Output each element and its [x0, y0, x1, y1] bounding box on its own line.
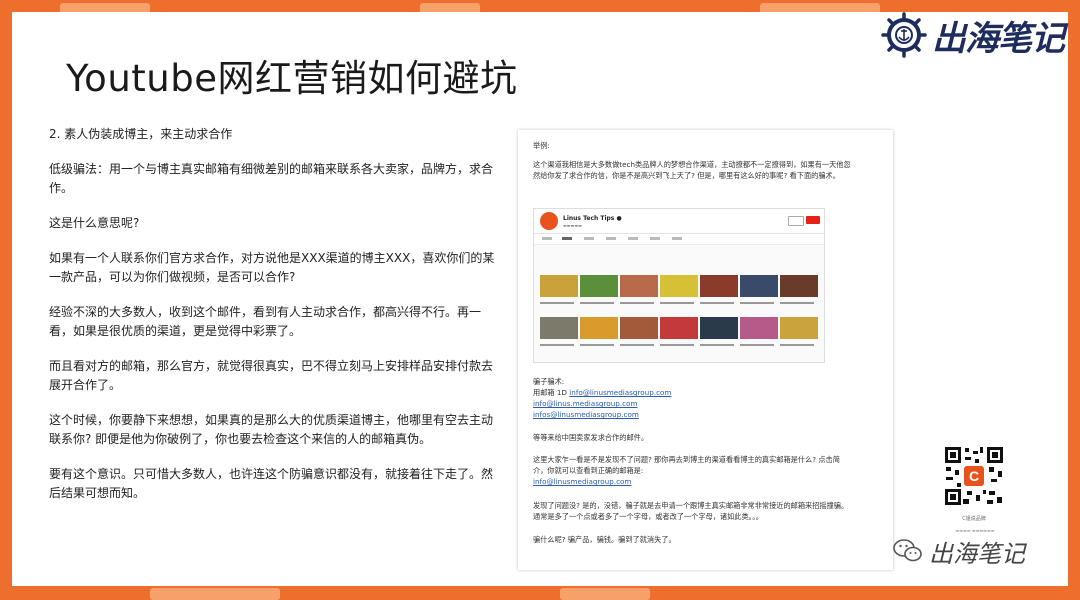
- question-text: 这里大家乍一看是不是发现不了问题? 那你再去到博主的渠道看看博主的真实邮箱是什么…: [533, 455, 840, 475]
- brand-name: 出海笔记: [932, 18, 1065, 59]
- video-thumbnail: [780, 317, 818, 339]
- channel-subscriber-line: ▬▬▬▬▬: [563, 223, 582, 228]
- channel-logo-icon: [540, 212, 558, 230]
- ship-wheel-anchor-icon: [881, 12, 927, 58]
- fake-email-line: info@linus.mediasgroup.com: [533, 398, 853, 409]
- youtube-channel-screenshot: Linus Tech Tips ● ▬▬▬▬▬: [533, 208, 825, 363]
- fake-email-link[interactable]: info@linusmediasgroup.com: [569, 388, 671, 397]
- qr-code-icon: C: [943, 445, 1005, 507]
- video-thumbnail: [580, 275, 618, 297]
- video-thumbnail: [700, 317, 738, 339]
- frame-bottom: [0, 586, 1080, 600]
- example-label: 举例:: [533, 141, 550, 150]
- paragraph: 经验不深的大多数人，收到这个邮件，看到有人主动求合作，都高兴得不行。再一看，如果…: [49, 305, 482, 338]
- video-thumbnail: [620, 275, 658, 297]
- channel-header: Linus Tech Tips ● ▬▬▬▬▬: [534, 209, 824, 234]
- paragraph: 这个时候，你要静下来想想，如果真的是那么大的优质渠道博主，他哪里有空去主动联系你…: [49, 413, 494, 446]
- page-title: Youtube网红营销如何避坑: [66, 57, 518, 100]
- video-thumbnail: [740, 275, 778, 297]
- channel-tabs: [534, 234, 824, 245]
- qr-subtext: ▬▬▬▬ ▬▬▬▬▬▬: [955, 528, 995, 533]
- paragraph: 这是什么意思呢?: [49, 216, 140, 230]
- fake-email-line: infos@linusmediasgroup.com: [533, 409, 853, 420]
- fake-email-link[interactable]: info@linus.mediasgroup.com: [533, 399, 637, 408]
- paragraph: 2. 素人伪装成博主，来主动求合作: [49, 127, 233, 141]
- email-prefix: 用邮箱 1D: [533, 388, 567, 397]
- video-thumbnail: [700, 275, 738, 297]
- example-intro: 这个渠道我相信是大多数做tech类品牌人的梦想合作渠道，主动撩都不一定撩得到，如…: [533, 160, 851, 180]
- video-thumbnail: [660, 275, 698, 297]
- conclusion-text: 骗什么呢? 骗产品，骗钱。骗到了就消失了。: [533, 535, 676, 544]
- video-thumbnail: [580, 317, 618, 339]
- brand-logo-top: 出海笔记: [880, 10, 1065, 60]
- svg-text:C: C: [969, 468, 979, 484]
- subscribe-button: [806, 216, 820, 224]
- channel-name: Linus Tech Tips ●: [563, 215, 622, 222]
- scam-email-line: 用邮箱 1D info@linusmediasgroup.com: [533, 387, 853, 398]
- wechat-watermark: 出海笔记: [893, 535, 1025, 568]
- example-panel: 举例: 这个渠道我相信是大多数做tech类品牌人的梦想合作渠道，主动撩都不一定撩…: [518, 130, 893, 570]
- video-thumbnail: [780, 275, 818, 297]
- found-text: 发现了问题没? 是的，没错，骗子就是去申请一个跟博主真实邮箱非常非常接近的邮箱来…: [533, 501, 849, 521]
- video-thumbnail: [740, 317, 778, 339]
- paragraph: 而且看对方的邮箱，那么官方，就觉得很真实，巴不得立刻马上安排样品安排付款去展开合…: [49, 359, 494, 392]
- join-button: [788, 216, 804, 226]
- video-thumbnail: [540, 317, 578, 339]
- correct-email-link[interactable]: info@linusmediagroup.com: [533, 477, 631, 486]
- video-thumbnail: [540, 275, 578, 297]
- video-thumbnail: [660, 317, 698, 339]
- scam-label: 骗子骗术:: [533, 377, 565, 386]
- video-thumbnail: [620, 317, 658, 339]
- wechat-icon: [893, 539, 922, 562]
- article-left-column: 2. 素人伪装成博主，来主动求合作 低级骗法：用一个与博主真实邮箱有细微差别的邮…: [49, 125, 499, 519]
- fake-email-link[interactable]: infos@linusmediasgroup.com: [533, 410, 639, 419]
- video-thumbnail-grid: [534, 245, 824, 362]
- wait-text: 等等来给中国卖家发求合作的邮件。: [533, 433, 649, 442]
- paragraph: 如果有一个人联系你们官方求合作，对方说他是XXX渠道的博主XXX，喜欢你们的某一…: [49, 251, 495, 284]
- watermark-brand-name: 出海笔记: [929, 539, 1025, 568]
- paragraph: 低级骗法：用一个与博主真实邮箱有细微差别的邮箱来联系各大卖家，品牌方，求合作。: [49, 162, 494, 195]
- qr-caption: C姐说品牌: [962, 516, 986, 522]
- correct-email-line: info@linusmediagroup.com: [533, 476, 853, 487]
- paragraph: 要有这个意识。只可惜大多数人，也许连这个防骗意识都没有，就接着往下走了。然后结果…: [49, 467, 494, 500]
